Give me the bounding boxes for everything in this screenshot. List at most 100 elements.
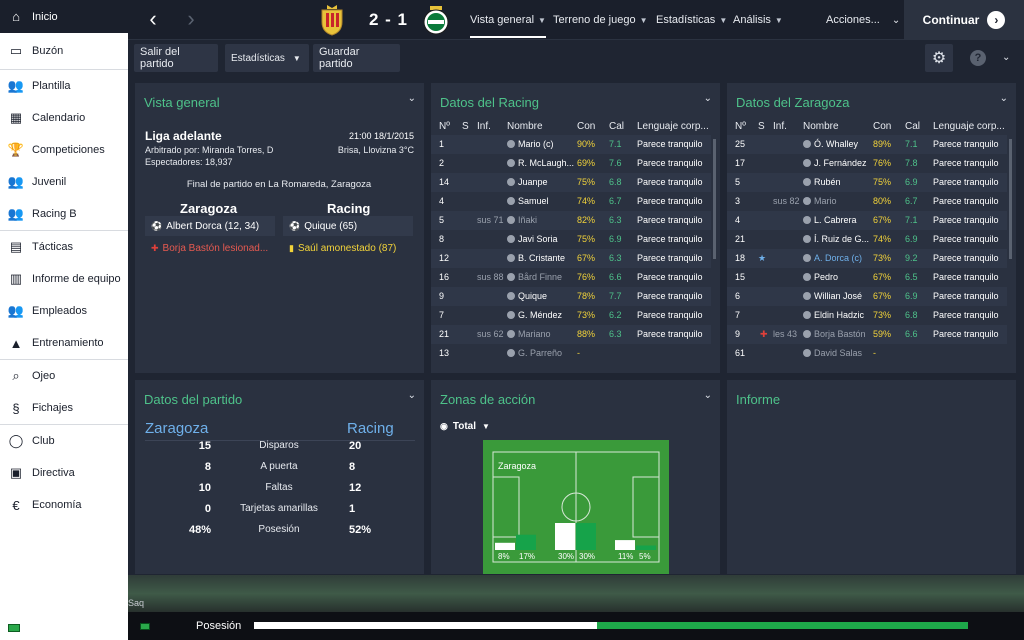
col-header[interactable]: Nombre xyxy=(507,121,543,132)
sidebar-item-entrenamiento[interactable]: ▲ Entrenamiento xyxy=(0,327,128,359)
scrollbar[interactable] xyxy=(713,139,716,259)
sidebar-item-inicio[interactable]: ⌂ Inicio xyxy=(0,0,128,33)
table-row[interactable]: 21 74% 6.9 Parece tranquilo Í. Ruiz de G... xyxy=(727,230,1007,249)
sidebar-item-economia[interactable]: € Economía xyxy=(0,489,128,521)
sidebar-item-buzon[interactable]: ▭ Buzón xyxy=(0,33,128,69)
save-match-button[interactable]: Guardar partido xyxy=(313,44,400,72)
player-name[interactable]: G. Méndez xyxy=(507,310,562,320)
back-button[interactable]: ‹ xyxy=(142,8,164,32)
acciones-menu[interactable]: Acciones... ⌄ xyxy=(826,0,900,40)
player-name[interactable]: Ó. Whalley xyxy=(803,139,858,149)
col-header[interactable]: Nº xyxy=(439,121,450,132)
table-row[interactable]: 5 75% 6.9 Parece tranquilo Rubén xyxy=(727,173,1007,192)
sidebar-item-club[interactable]: ◯ Club xyxy=(0,425,128,457)
player-name[interactable]: Bård Finne xyxy=(507,272,562,282)
help-icon[interactable]: ? xyxy=(970,50,986,66)
col-header[interactable]: Con xyxy=(577,121,595,132)
forward-button[interactable]: › xyxy=(180,8,202,32)
player-name[interactable]: Mario xyxy=(803,196,837,206)
sidebar-item-directiva[interactable]: ▣ Directiva xyxy=(0,457,128,489)
tab-analisis[interactable]: Análisis ▼ xyxy=(733,0,783,40)
table-row[interactable]: 6 67% 6.9 Parece tranquilo Willian José xyxy=(727,287,1007,306)
scrollbar[interactable] xyxy=(1009,139,1012,259)
player-name[interactable]: Eldin Hadzic xyxy=(803,310,864,320)
table-row[interactable]: 8 75% 6.9 Parece tranquilo Javi Soria xyxy=(431,230,711,249)
sidebar-item-tacticas[interactable]: ▤ Tácticas xyxy=(0,231,128,263)
col-header[interactable]: Lenguaje corp... xyxy=(933,121,1005,132)
player-name[interactable]: G. Parreño xyxy=(507,348,562,358)
settings-button[interactable]: ⚙ xyxy=(925,44,953,72)
player-name[interactable]: Quique xyxy=(507,291,547,301)
table-row[interactable]: 4 67% 7.1 Parece tranquilo L. Cabrera xyxy=(727,211,1007,230)
table-row[interactable]: 18 73% 9.2 Parece tranquilo A. Dorca (c) ★ xyxy=(727,249,1007,268)
chevron-down-icon[interactable]: ⌄ xyxy=(1002,52,1010,63)
col-header[interactable]: S xyxy=(462,121,469,132)
table-row[interactable]: 61 - David Salas xyxy=(727,344,1007,363)
player-name[interactable]: Borja Bastón xyxy=(803,329,866,339)
player-name[interactable]: B. Cristante xyxy=(507,253,565,263)
table-row[interactable]: 25 89% 7.1 Parece tranquilo Ó. Whalley xyxy=(727,135,1007,154)
chevron-down-icon[interactable]: ⌄ xyxy=(704,390,712,401)
player-name[interactable]: Javi Soria xyxy=(507,234,558,244)
table-row[interactable]: 12 67% 6.3 Parece tranquilo B. Cristante xyxy=(431,249,711,268)
player-name[interactable]: A. Dorca (c) xyxy=(803,253,862,263)
col-header[interactable]: Inf. xyxy=(477,121,491,132)
sidebar-item-juvenil[interactable]: 👥 Juvenil xyxy=(0,166,128,198)
col-header[interactable]: Nº xyxy=(735,121,746,132)
table-row[interactable]: 21 sus 62 88% 6.3 Parece tranquilo Mariano xyxy=(431,325,711,344)
player-name[interactable]: Mario (c) xyxy=(507,139,554,149)
sidebar-item-calendario[interactable]: ▦ Calendario xyxy=(0,102,128,134)
player-name[interactable]: Í. Ruiz de G... xyxy=(803,234,869,244)
table-row[interactable]: 4 74% 6.7 Parece tranquilo Samuel xyxy=(431,192,711,211)
table-row[interactable]: 3 sus 82 80% 6.7 Parece tranquilo Mario xyxy=(727,192,1007,211)
player-name[interactable]: Iñaki xyxy=(507,215,537,225)
col-header[interactable]: Nombre xyxy=(803,121,839,132)
table-row[interactable]: 7 73% 6.2 Parece tranquilo G. Méndez xyxy=(431,306,711,325)
chevron-down-icon[interactable]: ⌄ xyxy=(408,93,416,104)
table-row[interactable]: 15 67% 6.5 Parece tranquilo Pedro xyxy=(727,268,1007,287)
sidebar-item-racing-b[interactable]: 👥 Racing B xyxy=(0,198,128,230)
zone-filter-dropdown[interactable]: ◉ Total ▼ xyxy=(440,417,490,435)
sidebar-item-informe-equipo[interactable]: ▥ Informe de equipo xyxy=(0,263,128,295)
player-name[interactable]: Willian José xyxy=(803,291,862,301)
player-name[interactable]: Samuel xyxy=(507,196,549,206)
player-name[interactable]: Juanpe xyxy=(507,177,548,187)
player-name[interactable]: Rubén xyxy=(803,177,841,187)
table-row[interactable]: 14 75% 6.8 Parece tranquilo Juanpe xyxy=(431,173,711,192)
sidebar-item-plantilla[interactable]: 👥 Plantilla xyxy=(0,70,128,102)
sidebar-item-competiciones[interactable]: 🏆 Competiciones xyxy=(0,134,128,166)
table-row[interactable]: 17 76% 7.8 Parece tranquilo J. Fernández xyxy=(727,154,1007,173)
table-row[interactable]: 2 69% 7.6 Parece tranquilo R. McLaugh... xyxy=(431,154,711,173)
col-header[interactable]: S xyxy=(758,121,765,132)
table-row[interactable]: 5 sus 71 82% 6.3 Parece tranquilo Iñaki xyxy=(431,211,711,230)
tab-terreno-de-juego[interactable]: Terreno de juego ▼ xyxy=(553,0,647,40)
chevron-down-icon[interactable]: ⌄ xyxy=(704,93,712,104)
table-row[interactable]: 9 78% 7.7 Parece tranquilo Quique xyxy=(431,287,711,306)
col-header[interactable]: Lenguaje corp... xyxy=(637,121,709,132)
statistics-dropdown[interactable]: Estadísticas ▼ xyxy=(225,44,309,72)
sidebar-item-empleados[interactable]: 👥 Empleados xyxy=(0,295,128,327)
player-name[interactable]: R. McLaugh... xyxy=(507,158,574,168)
continue-button[interactable]: Continuar › xyxy=(904,0,1024,40)
col-header[interactable]: Con xyxy=(873,121,891,132)
sidebar-item-fichajes[interactable]: § Fichajes xyxy=(0,392,128,424)
leave-match-button[interactable]: Salir del partido xyxy=(134,44,218,72)
player-name[interactable]: J. Fernández xyxy=(803,158,867,168)
player-name[interactable]: Mariano xyxy=(507,329,551,339)
col-header[interactable]: Cal xyxy=(609,121,624,132)
player-name[interactable]: Pedro xyxy=(803,272,838,282)
sidebar-item-ojeo[interactable]: ⌕ Ojeo xyxy=(0,360,128,392)
table-row[interactable]: 1 90% 7.1 Parece tranquilo Mario (c) xyxy=(431,135,711,154)
chevron-down-icon[interactable]: ⌄ xyxy=(1000,93,1008,104)
table-row[interactable]: 7 73% 6.8 Parece tranquilo Eldin Hadzic xyxy=(727,306,1007,325)
tab-estadisticas[interactable]: Estadísticas ▼ xyxy=(656,0,727,40)
table-row[interactable]: 9 les 43 59% 6.6 Parece tranquilo Borja Bastó… xyxy=(727,325,1007,344)
table-row[interactable]: 16 sus 88 76% 6.6 Parece tranquilo Bård Finne xyxy=(431,268,711,287)
tab-vista-general[interactable]: Vista general ▼ xyxy=(470,0,546,40)
player-name[interactable]: David Salas xyxy=(803,348,862,358)
col-header[interactable]: Inf. xyxy=(773,121,787,132)
col-header[interactable]: Cal xyxy=(905,121,920,132)
table-row[interactable]: 13 - G. Parreño xyxy=(431,344,711,363)
chevron-down-icon[interactable]: ⌄ xyxy=(408,390,416,401)
player-name[interactable]: L. Cabrera xyxy=(803,215,857,225)
